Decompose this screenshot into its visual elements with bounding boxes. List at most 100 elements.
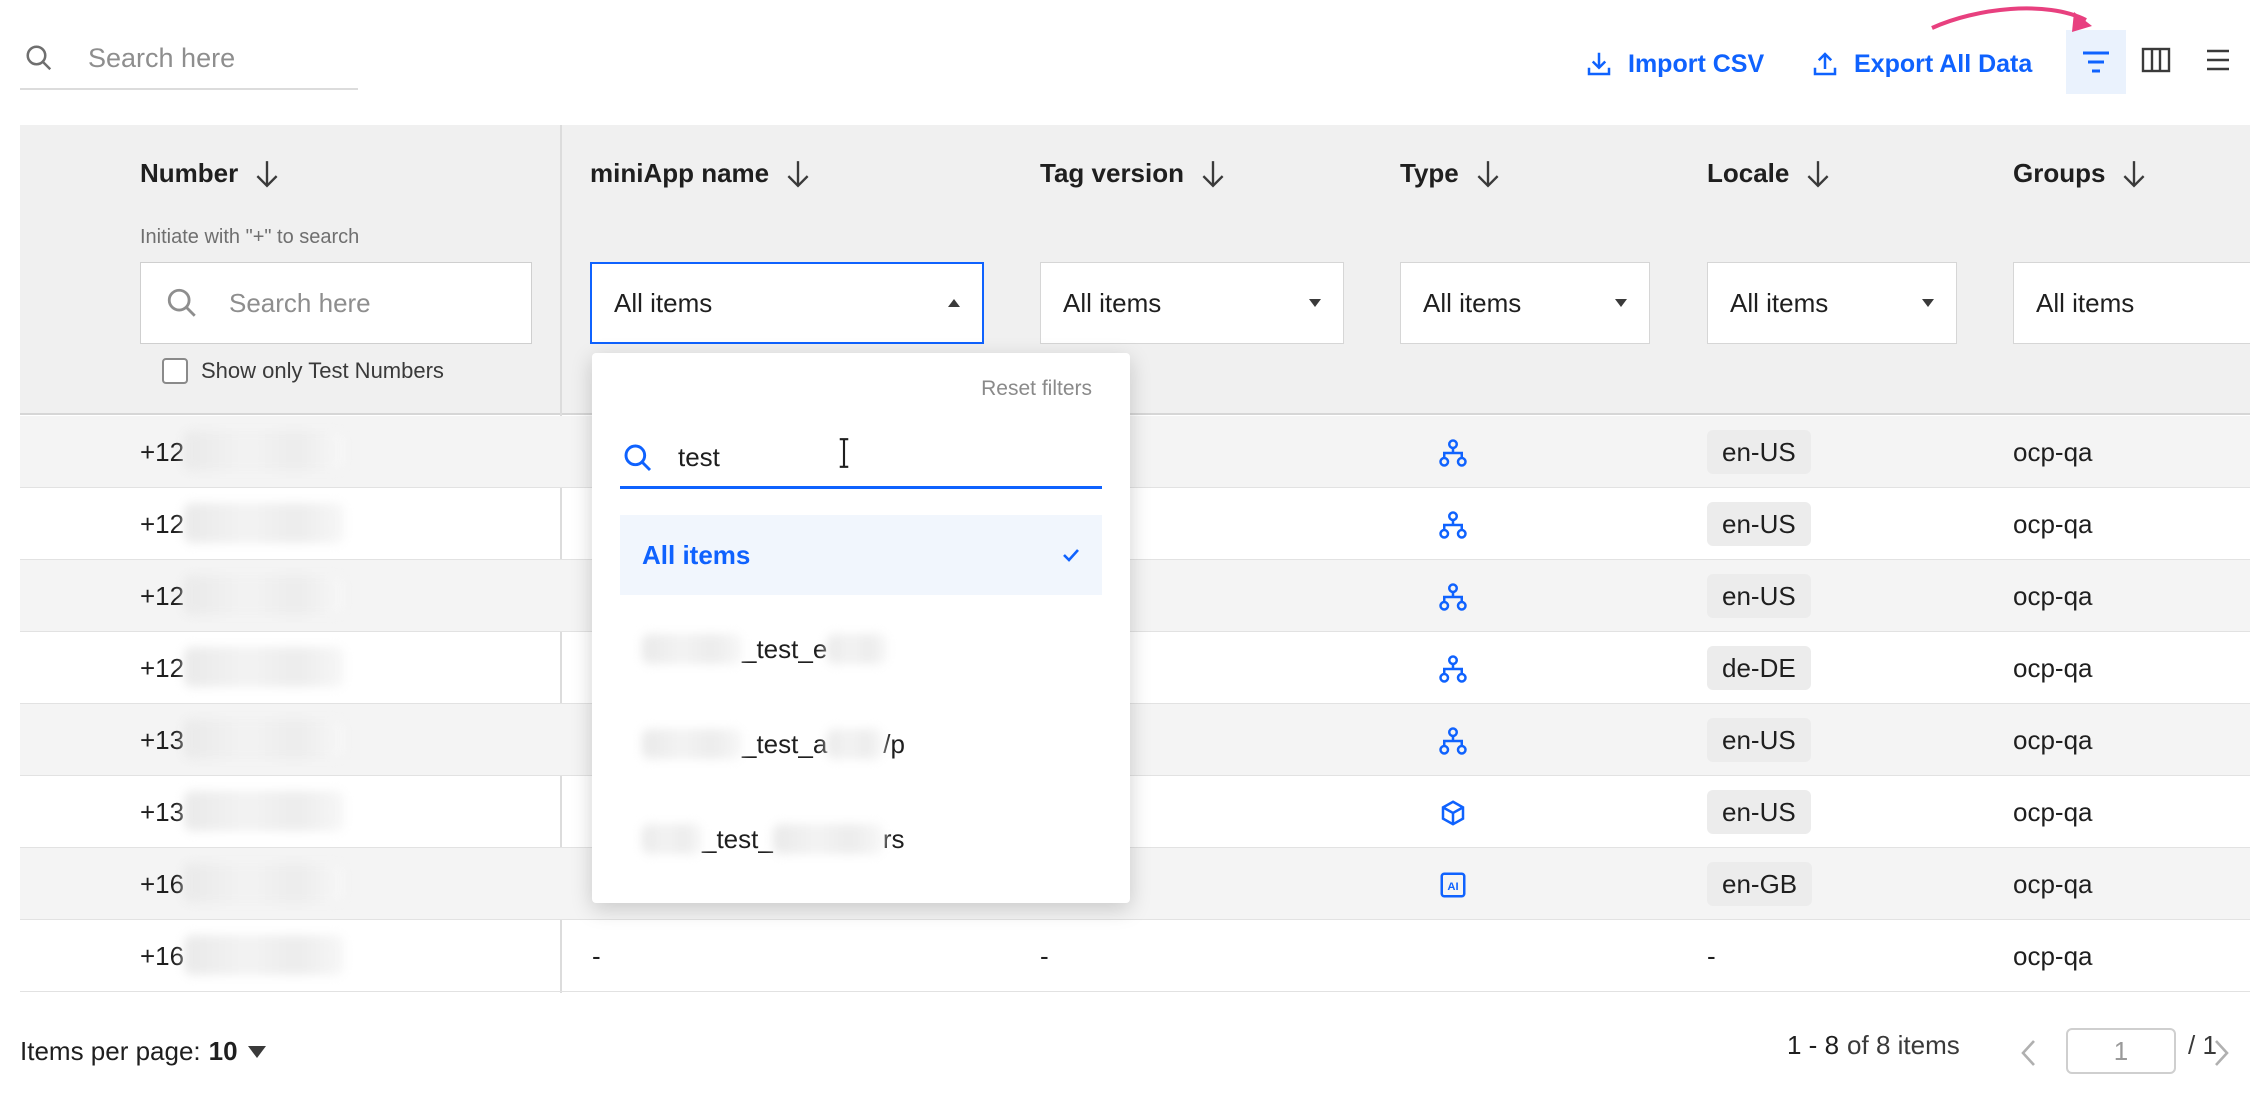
locale-badge: de-DE [1707, 646, 1811, 690]
table-row[interactable]: +13 en-US ocp-qa [20, 704, 2250, 776]
dropdown-option[interactable]: _test_e [620, 609, 1102, 689]
columns-icon [2141, 47, 2171, 73]
cell-miniapp-name: - [592, 941, 601, 971]
import-csv-label: Import CSV [1628, 49, 1765, 78]
redacted-text [184, 575, 345, 616]
upload-icon [1813, 52, 1837, 76]
table-row[interactable]: +12 en-US ocp-qa [20, 560, 2250, 632]
redacted-text [184, 647, 345, 688]
caret-up-icon [948, 299, 960, 307]
miniapp-name-filter-select[interactable]: All items [590, 262, 984, 344]
number-prefix: +16 [140, 941, 185, 971]
redacted-text [184, 935, 345, 976]
cell-locale: - [1707, 941, 1716, 971]
cell-number: +12 [140, 416, 345, 488]
pagination-range: 1 - 8 of 8 items [1787, 1030, 1960, 1061]
items-per-page-value: 10 [208, 1036, 238, 1066]
chevron-right-icon[interactable] [2210, 1038, 2232, 1068]
locale-badge: en-US [1707, 574, 1811, 618]
global-search[interactable]: Search here [20, 28, 358, 90]
svg-text:AI: AI [1447, 881, 1458, 893]
export-all-data-button[interactable]: Export All Data [1810, 44, 2032, 84]
column-header-groups[interactable]: Groups [2013, 158, 2147, 189]
table-row[interactable]: +13 en-US ocp-qa [20, 776, 2250, 848]
sort-arrow-icon [2123, 160, 2145, 187]
cell-groups: ocp-qa [2013, 437, 2093, 467]
type-filter-select[interactable]: All items [1400, 262, 1650, 344]
redacted-text [184, 863, 345, 904]
table-row[interactable]: +16 - - - ocp-qa [20, 920, 2250, 992]
cell-groups: ocp-qa [2013, 581, 2093, 611]
option-label-suffix: rs [882, 823, 905, 854]
page-number-input[interactable]: 1 [2066, 1028, 2176, 1074]
option-label: _test_e [742, 633, 828, 664]
tag-version-filter-select[interactable]: All items [1040, 262, 1344, 344]
search-icon [624, 444, 652, 471]
sort-arrow-icon [1807, 160, 1829, 187]
sort-arrow-icon [1477, 160, 1499, 187]
sort-arrow-icon [256, 160, 278, 187]
search-icon [167, 288, 196, 317]
ai-icon: AI [1438, 870, 1468, 900]
locale-filter-select[interactable]: All items [1707, 262, 1957, 344]
number-prefix: +13 [140, 725, 185, 755]
redacted-text [772, 824, 883, 854]
cell-number: +13 [140, 776, 345, 848]
option-label: All items [642, 539, 751, 570]
number-prefix: +12 [140, 437, 185, 467]
column-header-type[interactable]: Type [1400, 158, 1501, 189]
cell-groups: ocp-qa [2013, 797, 2093, 827]
caret-down-icon [1309, 299, 1321, 307]
redacted-text [827, 634, 888, 664]
number-search-hint: Initiate with "+" to search [140, 226, 360, 248]
column-header-miniapp-name[interactable]: miniApp name [590, 158, 811, 189]
dropdown-search-input[interactable]: test [620, 429, 1102, 489]
number-prefix: +12 [140, 581, 185, 611]
table-row[interactable]: +12 en-US ocp-qa [20, 416, 2250, 488]
option-label: _test_ [702, 823, 773, 854]
chevron-left-icon[interactable] [2018, 1038, 2040, 1068]
column-header-label: Number [140, 158, 239, 188]
locale-badge: en-US [1707, 502, 1811, 546]
dropdown-option[interactable]: _test_a /p [620, 704, 1102, 784]
table-row[interactable]: +12 de-DE ocp-qa [20, 632, 2250, 704]
caret-down-icon [1922, 299, 1934, 307]
cell-groups: ocp-qa [2013, 725, 2093, 755]
column-header-label: Tag version [1040, 158, 1185, 188]
locale-badge: en-US [1707, 718, 1811, 762]
cell-number: +16 [140, 848, 345, 920]
items-per-page-select[interactable]: Items per page: 10 [20, 1036, 266, 1067]
cube-icon [1438, 798, 1468, 828]
import-csv-button[interactable]: Import CSV [1584, 44, 1764, 84]
columns-button[interactable] [2136, 40, 2176, 80]
caret-down-icon [247, 1045, 266, 1058]
dropdown-option[interactable]: _test_ rs [620, 799, 1102, 879]
text-cursor-icon [839, 438, 849, 468]
groups-filter-select[interactable]: All items [2013, 262, 2250, 344]
number-search-placeholder: Search here [229, 287, 371, 318]
locale-badge: en-US [1707, 790, 1811, 834]
menu-button[interactable] [2198, 40, 2238, 80]
column-header-number[interactable]: Number [140, 158, 280, 189]
column-header-tag-version[interactable]: Tag version [1040, 158, 1226, 189]
redacted-text [184, 503, 345, 544]
items-per-page-label: Items per page: [20, 1036, 201, 1066]
miniapp-filter-dropdown: Reset filters test All items _test_e _te… [592, 353, 1130, 903]
filter-icon [2083, 51, 2109, 73]
test-numbers-checkbox[interactable] [162, 358, 188, 384]
redacted-text [642, 729, 742, 759]
cell-groups: ocp-qa [2013, 509, 2093, 539]
number-prefix: +12 [140, 509, 185, 539]
column-header-label: Groups [2013, 158, 2106, 188]
table-row[interactable]: +12 en-US ocp-qa [20, 488, 2250, 560]
reset-filters-button[interactable]: Reset filters [981, 377, 1092, 401]
checkmark-icon [1063, 549, 1079, 562]
number-search-input[interactable]: Search here [140, 262, 532, 344]
cell-groups: ocp-qa [2013, 869, 2093, 899]
table-row[interactable]: +16 AI en-GB ocp-qa [20, 848, 2250, 920]
sort-arrow-icon [1202, 160, 1224, 187]
dropdown-option-all-items[interactable]: All items [620, 515, 1102, 595]
redacted-text [827, 729, 884, 759]
column-header-locale[interactable]: Locale [1707, 158, 1831, 189]
redacted-text [184, 431, 345, 472]
